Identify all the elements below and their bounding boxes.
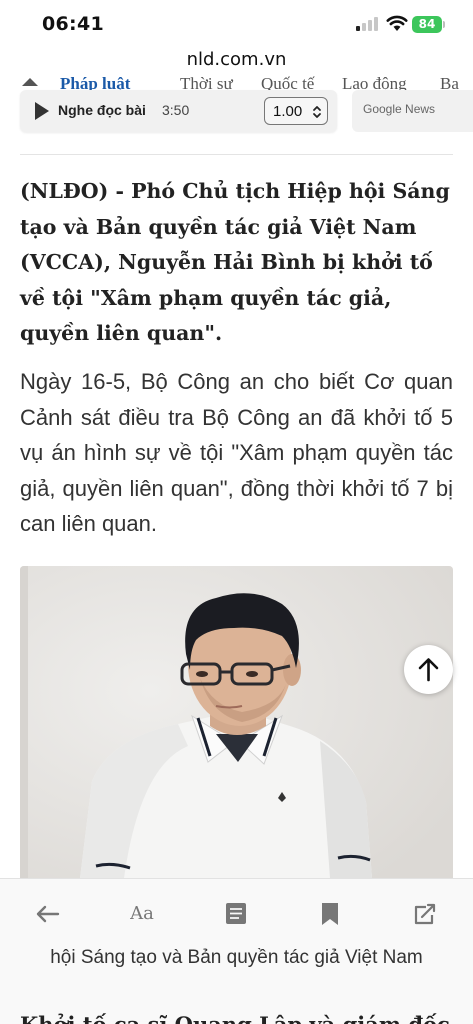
article-lead: (NLĐO) - Phó Chủ tịch Hiệp hội Sáng tạo … [20,179,450,345]
article-image [20,566,453,878]
playback-speed-select[interactable]: 1.00 [264,97,328,125]
listen-label[interactable]: Nghe đọc bài [58,102,146,118]
scroll-to-top-button[interactable] [404,645,453,694]
status-time: 06:41 [42,13,104,35]
share-icon[interactable] [404,901,444,927]
status-bar: 06:41 84 [0,0,473,46]
cellular-signal-icon [356,17,380,31]
next-article-heading[interactable]: Khởi tố ca sĩ Quang Lập và giám đốc [20,1012,450,1024]
google-news-label: Google News [363,102,436,116]
url-text: nld.com.vn [186,49,287,70]
person-photo [20,566,453,878]
google-news-button[interactable]: Google News [352,90,473,132]
wifi-icon [386,15,408,31]
battery-level: 84 [412,16,442,33]
home-icon[interactable] [20,76,40,90]
next-heading-clip: Khởi tố ca sĩ Quang Lập và giám đốc [0,1012,473,1024]
battery-tip [443,21,445,28]
play-icon[interactable] [35,102,49,120]
reader-mode-icon[interactable] [216,901,256,927]
arrow-up-icon [418,658,439,682]
reader-toolbar: Aa hội Sáng tạo và Bản quyền tác giả Việ… [0,878,473,1024]
bookmark-icon[interactable] [310,901,350,927]
article-paragraph: Ngày 16-5, Bộ Công an cho biết Cơ quan C… [20,369,453,536]
image-caption: hội Sáng tạo và Bản quyền tác giả Việt N… [0,937,473,979]
audio-player: Nghe đọc bài 3:50 1.00 [20,90,337,132]
caption-text: hội Sáng tạo và Bản quyền tác giả Việt N… [50,947,423,968]
chevron-updown-icon [313,106,321,118]
audio-duration: 3:50 [162,102,190,118]
font-size-button[interactable]: Aa [122,903,162,929]
back-arrow-icon[interactable] [28,901,68,927]
playback-speed-value: 1.00 [273,103,303,120]
divider [20,154,453,155]
